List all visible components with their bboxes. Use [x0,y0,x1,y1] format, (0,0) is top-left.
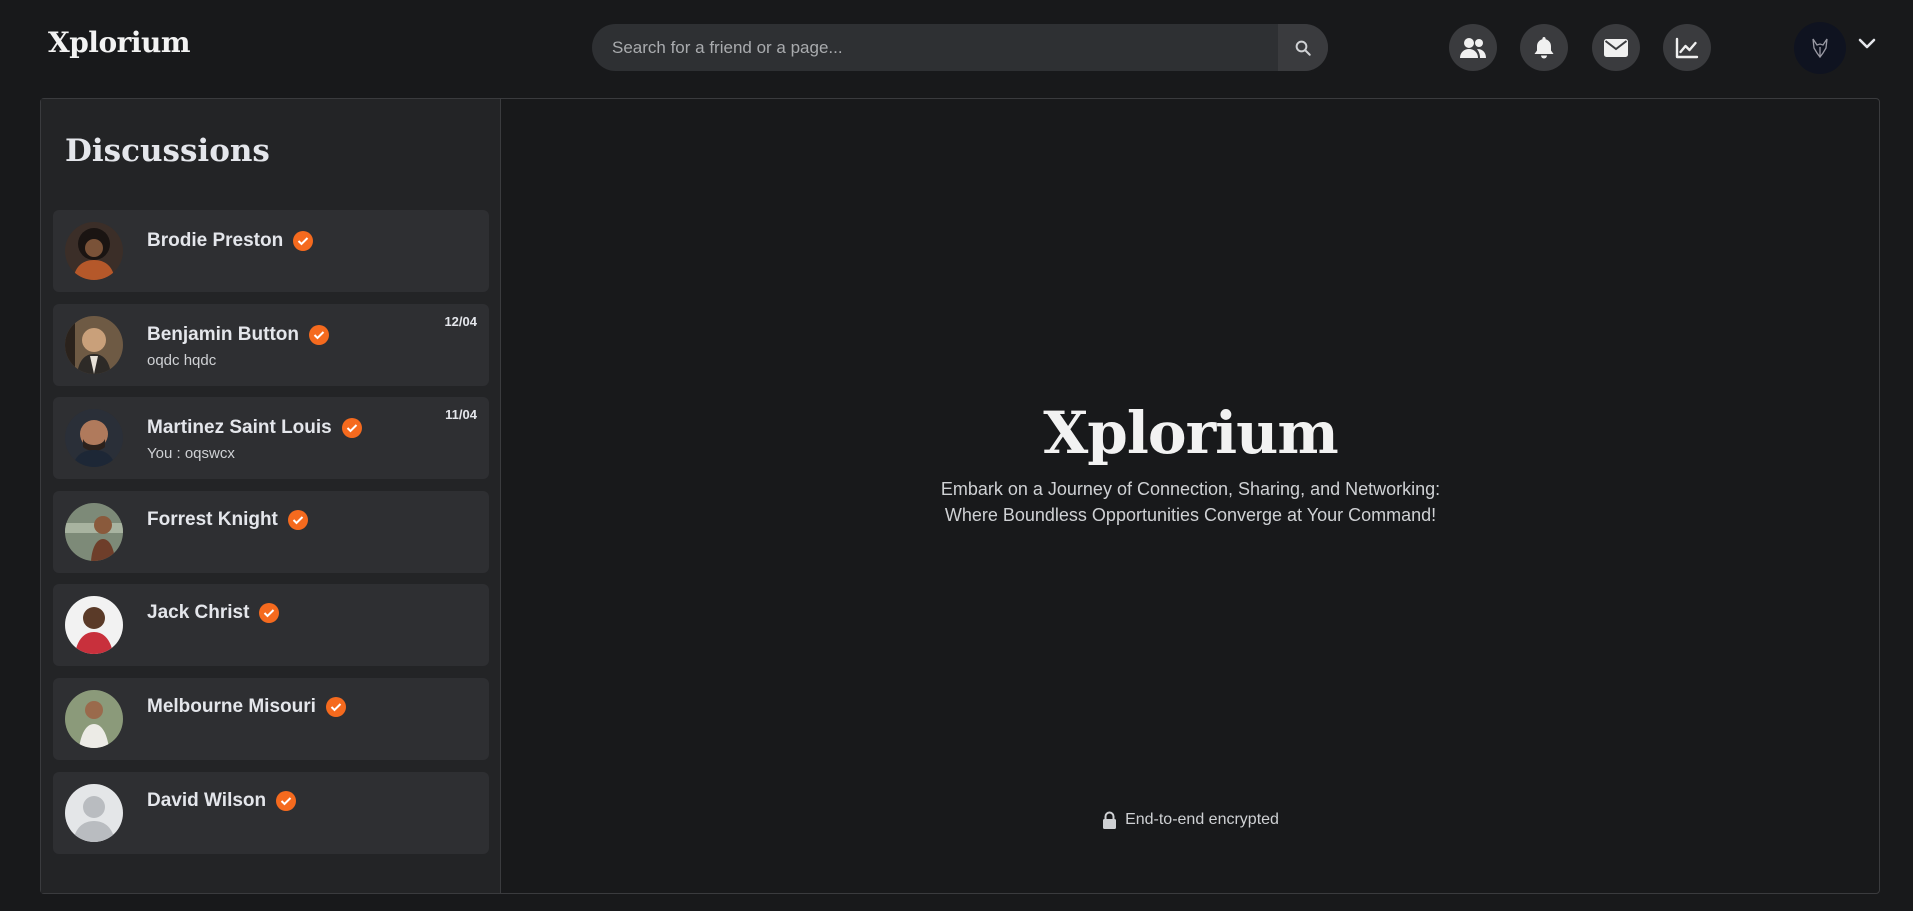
conversation-name: Jack Christ [147,602,280,624]
avatar [65,222,123,280]
conversation-item[interactable]: Benjamin Button oqdc hqdc 12/04 [53,304,489,386]
conversation-name: Forrest Knight [147,509,308,531]
avatar [65,409,123,467]
discussions-sidebar: Discussions Brodie Preston Benjamin Butt… [41,99,501,893]
conversation-date: 11/04 [445,407,477,422]
search-icon [1295,40,1311,56]
top-bar: Xplorium [0,0,1913,94]
verified-badge-icon [276,791,297,811]
tagline-line-2: Where Boundless Opportunities Converge a… [944,505,1437,525]
avatar [65,596,123,654]
conversation-name: David Wilson [147,790,297,812]
profile-avatar[interactable] [1794,22,1846,74]
friends-button[interactable] [1449,24,1497,71]
verified-badge-icon [325,697,346,717]
avatar [65,316,123,374]
conversation-preview: oqdc hqdc [147,352,217,369]
messages-button[interactable] [1592,24,1640,71]
verified-badge-icon [293,231,314,251]
search-input[interactable] [592,24,1278,71]
chevron-down-icon[interactable] [1858,38,1876,50]
verified-badge-icon [287,510,308,530]
conversation-name: Martinez Saint Louis [147,417,362,439]
conversation-date: 12/04 [444,314,477,329]
verified-badge-icon [341,418,362,438]
conversation-item[interactable]: Jack Christ [53,584,489,666]
friends-icon [1460,37,1486,58]
search-bar [592,24,1328,71]
encryption-notice: End-to-end encrypted [502,811,1879,829]
wolf-logo-icon [1812,38,1828,59]
conversation-item[interactable]: Melbourne Misouri [53,678,489,760]
welcome-panel: Xplorium Embark on a Journey of Connecti… [502,99,1879,893]
conversation-item[interactable]: Forrest Knight [53,491,489,573]
search-button[interactable] [1278,24,1328,71]
conversation-preview: You : oqswcx [147,445,235,462]
chart-line-icon [1675,37,1699,58]
encryption-text: End-to-end encrypted [1125,811,1279,828]
verified-badge-icon [309,325,329,345]
conversation-name: Brodie Preston [147,230,314,252]
conversation-item[interactable]: David Wilson [53,772,489,854]
avatar [65,503,123,561]
lock-icon [1103,811,1117,829]
conversation-item[interactable]: Martinez Saint Louis You : oqswcx 11/04 [53,397,489,479]
app-logo[interactable]: Xplorium [48,26,191,59]
avatar [65,784,123,842]
tagline-line-1: Embark on a Journey of Connection, Shari… [940,479,1441,499]
conversation-name: Melbourne Misouri [147,696,346,718]
discussions-title: Discussions [65,133,270,169]
verified-badge-icon [259,603,280,623]
main-frame: Discussions Brodie Preston Benjamin Butt… [40,98,1880,894]
notifications-button[interactable] [1520,24,1568,71]
welcome-logo: Xplorium [1043,399,1338,467]
bell-icon [1534,36,1554,58]
avatar [65,690,123,748]
stats-button[interactable] [1663,24,1711,71]
envelope-icon [1604,38,1628,57]
conversation-item[interactable]: Brodie Preston [53,210,489,292]
conversation-name: Benjamin Button [147,324,329,346]
